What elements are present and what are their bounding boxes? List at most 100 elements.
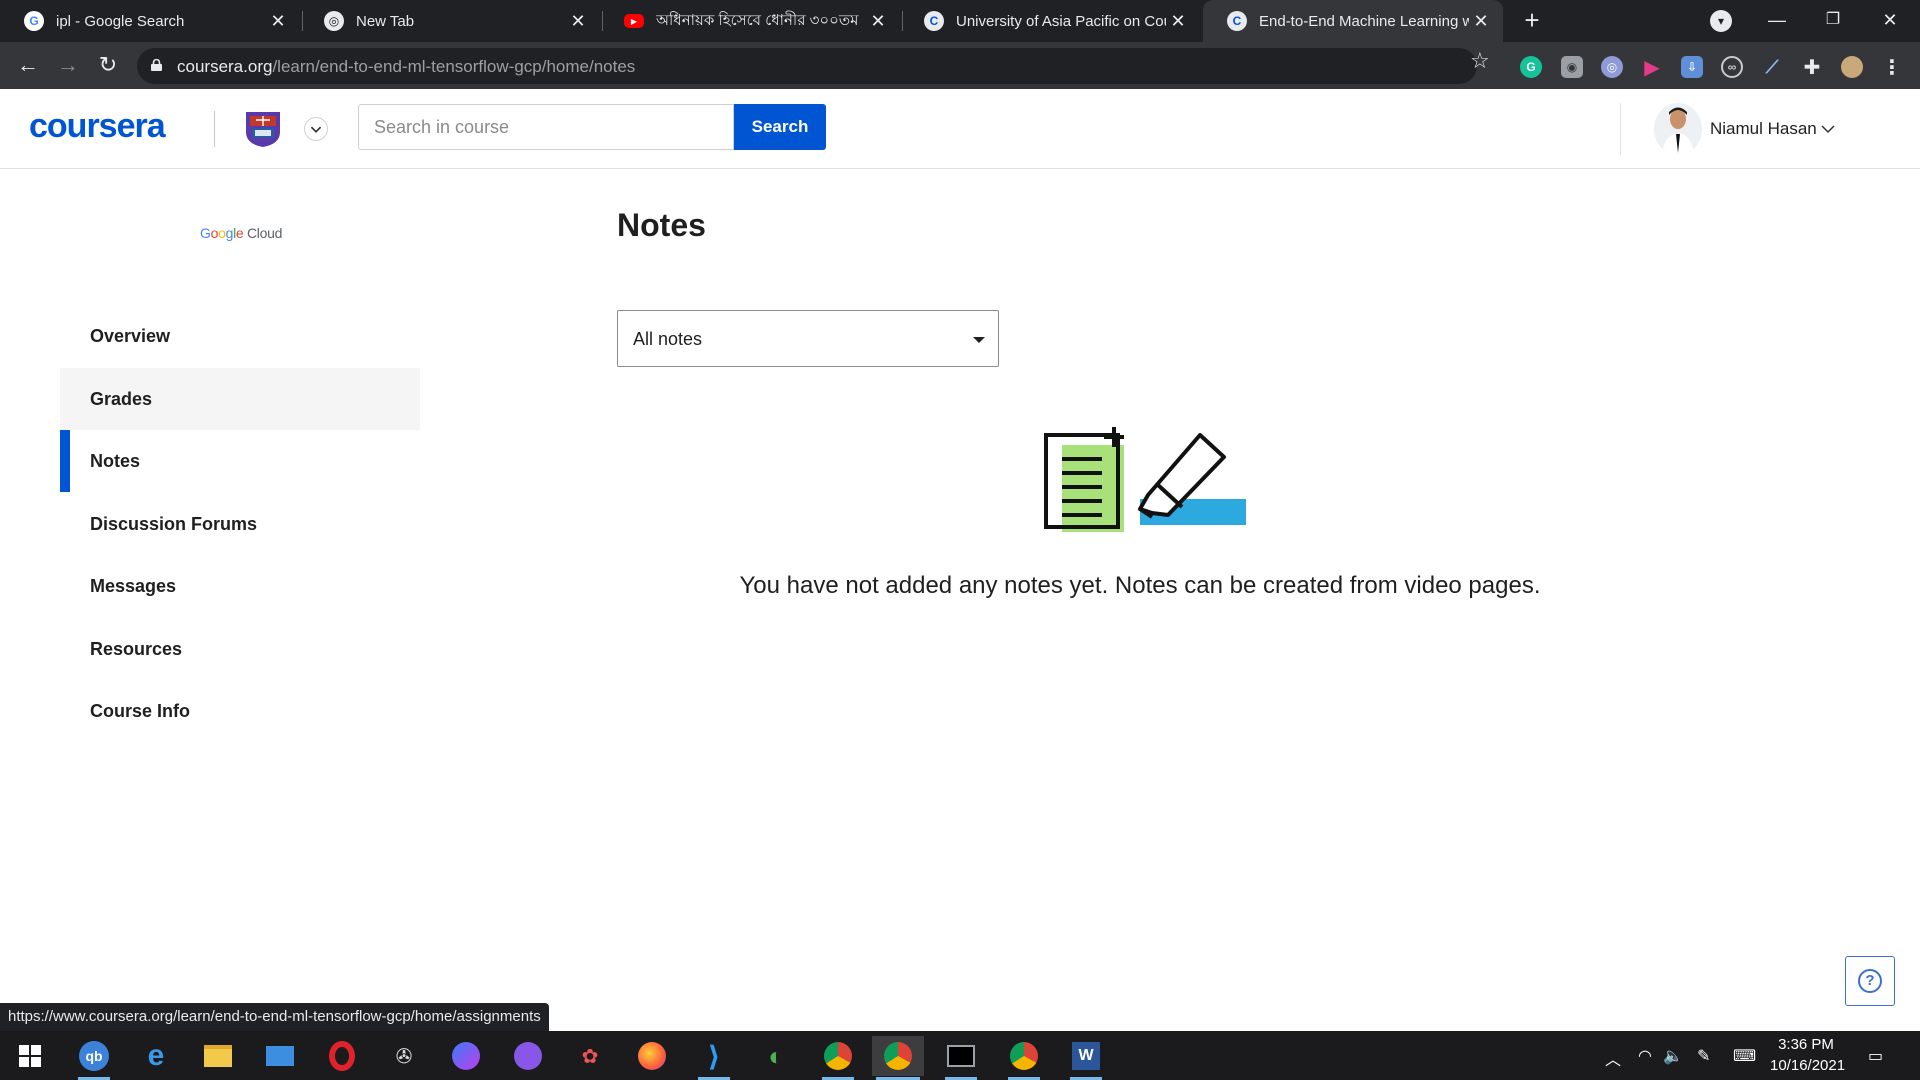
- avatar[interactable]: [1654, 103, 1702, 155]
- download-extension-icon[interactable]: ⇩: [1681, 56, 1703, 78]
- coursera-logo[interactable]: coursera: [29, 107, 166, 146]
- taskbar-clock[interactable]: 3:36 PM 10/16/2021: [1770, 1034, 1845, 1076]
- note-add-icon: [1044, 427, 1124, 532]
- search-input[interactable]: [358, 104, 734, 150]
- user-name[interactable]: Niamul Hasan: [1710, 119, 1817, 139]
- url-text: coursera.org/learn/end-to-end-ml-tensorf…: [177, 57, 635, 77]
- url-host: coursera.org: [177, 57, 273, 76]
- chrome-icon: ◎: [324, 11, 344, 31]
- address-bar[interactable]: coursera.org/learn/end-to-end-ml-tensorf…: [137, 48, 1477, 84]
- sidebar-item-resources[interactable]: Resources: [60, 618, 420, 680]
- window-close-icon[interactable]: ✕: [1870, 6, 1910, 36]
- firefox-icon[interactable]: [632, 1036, 672, 1076]
- notifications-icon[interactable]: ▭: [1868, 1046, 1883, 1066]
- reload-icon[interactable]: ↻: [92, 50, 124, 82]
- app-icon[interactable]: ✇: [384, 1036, 424, 1076]
- volume-icon[interactable]: 🔈: [1663, 1046, 1683, 1066]
- minimize-icon[interactable]: —: [1757, 6, 1797, 36]
- tab-google-search[interactable]: G ipl - Google Search ✕: [0, 0, 300, 42]
- sidebar-item-notes[interactable]: Notes: [60, 430, 420, 492]
- file-explorer-icon[interactable]: [198, 1036, 238, 1076]
- chrome-icon[interactable]: [1004, 1036, 1044, 1080]
- grammarly-icon[interactable]: G: [1520, 56, 1542, 78]
- tab-new-tab[interactable]: ◎ New Tab ✕: [300, 0, 600, 42]
- edge-icon[interactable]: e: [136, 1036, 176, 1076]
- close-icon[interactable]: ✕: [866, 11, 890, 32]
- bookmark-star-icon[interactable]: ☆: [1470, 48, 1490, 74]
- paint-icon[interactable]: ✿: [570, 1036, 610, 1076]
- caret-down-icon: [973, 337, 985, 343]
- tab-search-icon[interactable]: ▾: [1710, 10, 1732, 32]
- sidebar-item-overview[interactable]: Overview: [60, 305, 420, 367]
- sidebar-item-discussion-forums[interactable]: Discussion Forums: [60, 493, 420, 555]
- filter-selected-value: All notes: [633, 329, 703, 349]
- terminal-icon[interactable]: [941, 1036, 981, 1080]
- browser-tab-strip: G ipl - Google Search ✕ ◎ New Tab ✕ ▶ অধ…: [0, 0, 1920, 42]
- tab-title: অধিনায়ক হিসেবে ধোনীর ৩০০তম: [656, 11, 859, 29]
- page-title: Notes: [617, 207, 706, 243]
- extension-icon[interactable]: ◎: [1601, 56, 1623, 78]
- tab-title: ipl - Google Search: [56, 12, 185, 30]
- lock-icon: [151, 59, 162, 71]
- tab-end-to-end-ml[interactable]: C End-to-End Machine Learning wi ✕: [1203, 0, 1503, 42]
- vscode-icon[interactable]: ⟩: [694, 1036, 734, 1080]
- tray-chevron-up-icon[interactable]: ︿: [1605, 1046, 1621, 1070]
- app-icon[interactable]: ◐: [756, 1036, 796, 1076]
- sidebar-item-course-info[interactable]: Course Info: [60, 680, 420, 742]
- play-extension-icon[interactable]: ▶: [1641, 56, 1663, 79]
- menu-dots-icon[interactable]: ⋮: [1881, 56, 1903, 79]
- header-divider: [214, 111, 215, 147]
- opera-icon[interactable]: [322, 1036, 362, 1076]
- back-arrow-icon[interactable]: ←: [12, 50, 44, 82]
- notes-filter-select[interactable]: All notes: [617, 310, 999, 367]
- sidebar-item-grades[interactable]: Grades: [60, 368, 420, 430]
- windows-start-icon[interactable]: [10, 1036, 50, 1076]
- url-path: /learn/end-to-end-ml-tensorflow-gcp/home…: [272, 57, 636, 76]
- github-icon[interactable]: [508, 1036, 548, 1076]
- university-badge-icon[interactable]: [242, 106, 284, 148]
- google-cloud-logo: Google Cloud: [200, 225, 283, 241]
- qbittorrent-icon[interactable]: qb: [74, 1036, 114, 1080]
- close-icon[interactable]: ✕: [266, 11, 290, 32]
- search-button[interactable]: Search: [734, 104, 826, 150]
- coursera-icon: C: [924, 11, 944, 31]
- wifi-icon[interactable]: ◠: [1638, 1046, 1652, 1066]
- profile-avatar-icon[interactable]: [1841, 56, 1863, 78]
- close-icon[interactable]: ✕: [566, 11, 590, 32]
- tab-title: New Tab: [356, 12, 415, 30]
- messenger-icon[interactable]: [446, 1036, 486, 1076]
- tab-title: End-to-End Machine Learning wi: [1259, 12, 1469, 30]
- tab-university-coursera[interactable]: C University of Asia Pacific on Cour ✕: [900, 0, 1200, 42]
- header-divider: [1620, 103, 1621, 155]
- help-button[interactable]: ?: [1845, 956, 1895, 1006]
- google-g-icon: G: [24, 11, 44, 31]
- empty-state-message: You have not added any notes yet. Notes …: [739, 572, 1541, 599]
- empty-notes-illustration: [1044, 427, 1246, 532]
- puzzle-icon[interactable]: ✚: [1801, 56, 1823, 79]
- status-bar-url: https://www.coursera.org/learn/end-to-en…: [0, 1003, 549, 1031]
- close-icon[interactable]: ✕: [1469, 11, 1493, 32]
- chrome-icon[interactable]: [872, 1036, 924, 1080]
- keyboard-icon[interactable]: ⌨: [1733, 1046, 1756, 1066]
- clock-time: 3:36 PM: [1778, 1036, 1834, 1053]
- mail-icon[interactable]: [260, 1036, 300, 1076]
- pen-icon[interactable]: ✎: [1697, 1046, 1710, 1066]
- sidebar-item-messages[interactable]: Messages: [60, 555, 420, 617]
- tab-youtube[interactable]: ▶ অধিনায়ক হিসেবে ধোনীর ৩০০তম ✕: [600, 0, 900, 42]
- new-tab-button[interactable]: +: [1517, 6, 1547, 36]
- camera-icon[interactable]: ◉: [1561, 56, 1583, 78]
- highlighter-icon: [1138, 433, 1246, 525]
- chevron-down-icon[interactable]: [1818, 119, 1838, 139]
- restore-icon[interactable]: ❐: [1813, 6, 1853, 36]
- chrome-icon[interactable]: [818, 1036, 858, 1080]
- chevron-down-icon[interactable]: [304, 117, 328, 141]
- pen-extension-icon[interactable]: ⟋: [1761, 56, 1783, 78]
- loop-extension-icon[interactable]: ∞: [1721, 56, 1743, 78]
- coursera-icon: C: [1227, 11, 1247, 31]
- coursera-header: coursera Search Niamul Hasan: [0, 89, 1920, 169]
- word-icon[interactable]: W: [1066, 1036, 1106, 1080]
- close-icon[interactable]: ✕: [1166, 11, 1190, 32]
- forward-arrow-icon[interactable]: →: [52, 50, 84, 82]
- browser-toolbar: ← → ↻ coursera.org/learn/end-to-end-ml-t…: [0, 42, 1920, 89]
- windows-taskbar: qb e ✇ ✿ ⟩ ◐ W ︿ ◠ 🔈 ✎ ⌨ 3:36 PM 10/16/2…: [0, 1031, 1920, 1080]
